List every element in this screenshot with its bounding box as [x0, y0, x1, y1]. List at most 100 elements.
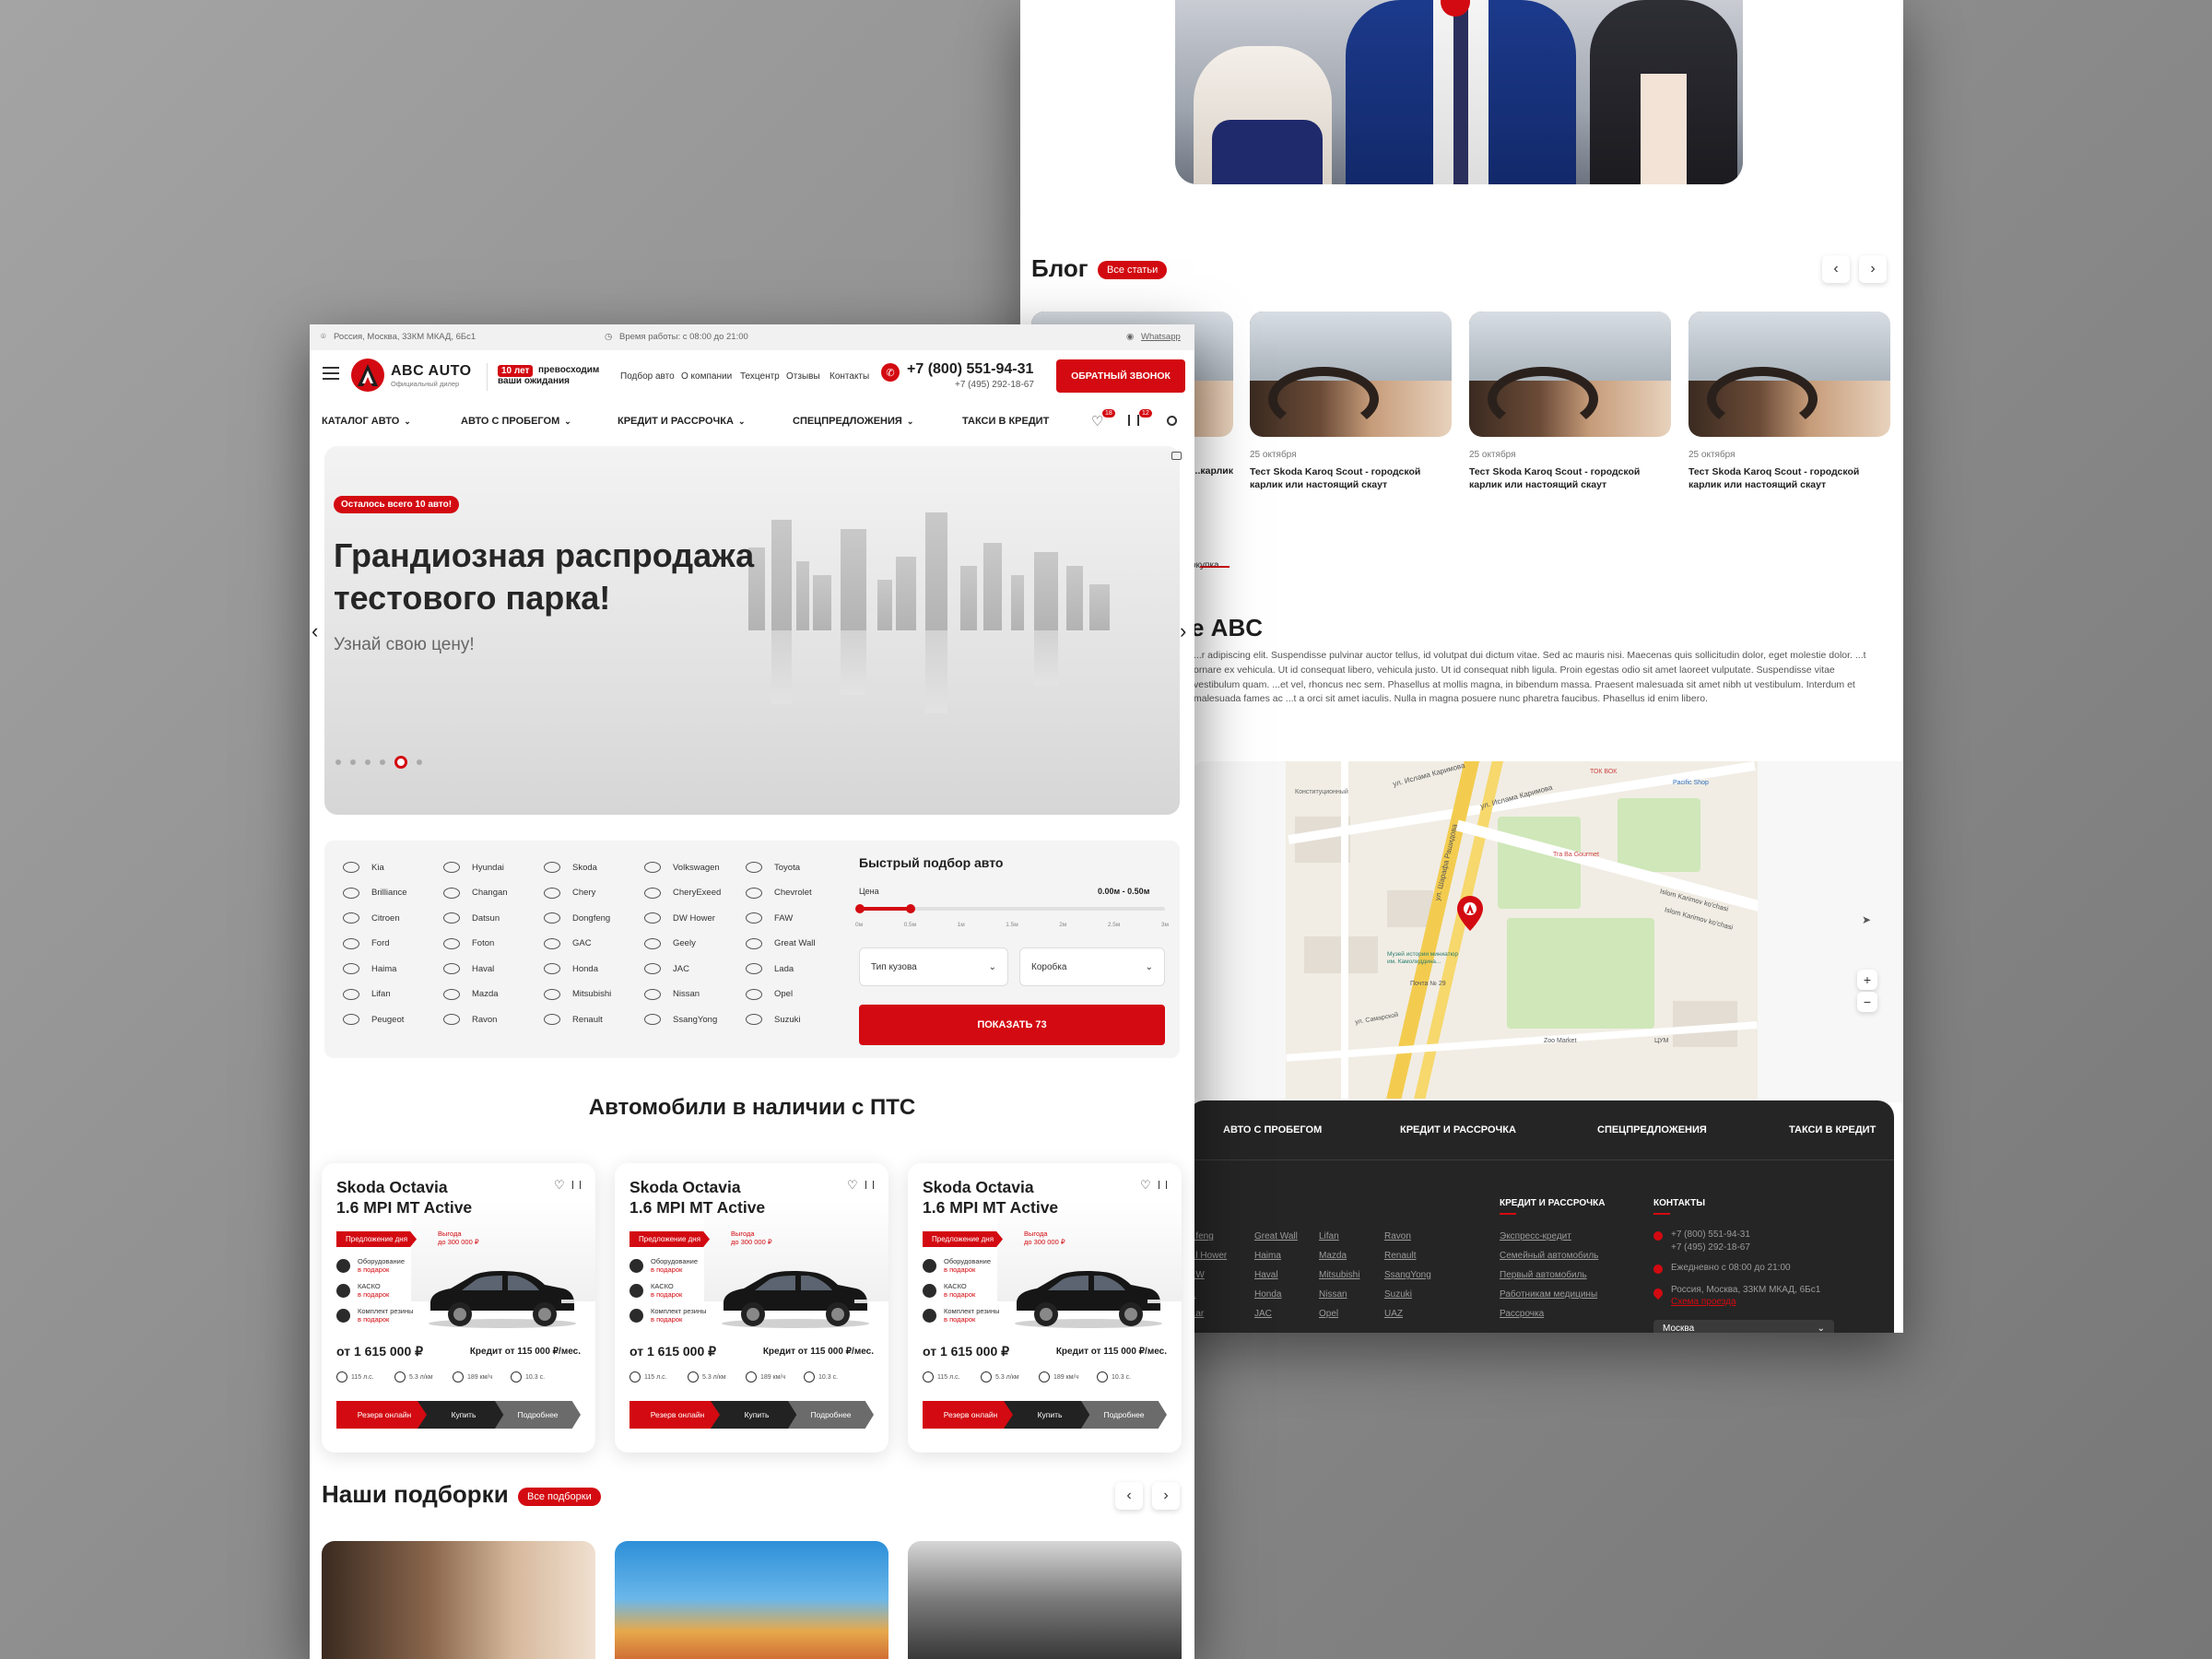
footer-brand-link[interactable]: UAZ: [1384, 1309, 1403, 1319]
compare-icon[interactable]: [572, 1181, 581, 1189]
show-results-button[interactable]: ПОКАЗАТЬ 73: [859, 1005, 1165, 1045]
nav-catalog[interactable]: КАТАЛОГ АВТО ⌄: [322, 416, 411, 427]
blog-card[interactable]: 25 октября Тест Skoda Karoq Scout - горо…: [1688, 312, 1890, 491]
brand-link[interactable]: Nissan: [644, 988, 700, 1000]
header-link-about[interactable]: О компании: [681, 371, 732, 382]
brand-link[interactable]: Brilliance: [343, 887, 407, 899]
footer-brand-link[interactable]: Renault: [1384, 1251, 1416, 1261]
heart-icon[interactable]: ♡: [1091, 413, 1103, 429]
price-slider[interactable]: [855, 904, 1165, 913]
footer-brand-link[interactable]: SsangYong: [1384, 1270, 1431, 1280]
brand-link[interactable]: FAW: [746, 912, 793, 924]
all-articles-button[interactable]: Все статьи: [1098, 261, 1168, 279]
brand-link[interactable]: Opel: [746, 988, 793, 1000]
zoom-in-button[interactable]: +: [1857, 970, 1877, 990]
buy-button[interactable]: Купить: [1004, 1401, 1096, 1429]
footer-credit-link[interactable]: Работникам медицины: [1500, 1289, 1597, 1300]
footer-nav-item[interactable]: АВТО С ПРОБЕГОМ: [1223, 1124, 1322, 1135]
brand-link[interactable]: Mitsubishi: [544, 988, 611, 1000]
pagination-dot[interactable]: [380, 759, 385, 765]
brand-link[interactable]: Lada: [746, 963, 794, 974]
selections-next-button[interactable]: ›: [1152, 1482, 1180, 1510]
brand-link[interactable]: Ravon: [443, 1014, 497, 1025]
brand-link[interactable]: Honda: [544, 963, 598, 974]
brand-link[interactable]: CheryExeed: [644, 887, 721, 899]
footer-brand-link[interactable]: Haima: [1254, 1251, 1281, 1261]
car-card[interactable]: Skoda Octavia 1.6 MPI MT Active ♡ Предложен…: [615, 1163, 888, 1453]
header-link-contacts[interactable]: Контакты: [830, 371, 869, 382]
brand-link[interactable]: SsangYong: [644, 1014, 717, 1025]
brand-link[interactable]: GAC: [544, 937, 592, 949]
selection-card-family[interactable]: [322, 1541, 595, 1659]
logo-icon[interactable]: [350, 358, 385, 393]
compare-icon[interactable]: [1128, 415, 1139, 426]
brand-link[interactable]: Volkswagen: [644, 862, 720, 873]
footer-credit-link[interactable]: Экспресс-кредит: [1500, 1231, 1571, 1241]
brand-link[interactable]: Changan: [443, 887, 508, 899]
slider-handle-min[interactable]: [855, 904, 865, 913]
brand-link[interactable]: Peugeot: [343, 1014, 404, 1025]
reserve-online-button[interactable]: Резерв онлайн: [629, 1401, 725, 1429]
footer-brand-link[interactable]: Nissan: [1319, 1289, 1347, 1300]
brand-link[interactable]: Kia: [343, 862, 384, 873]
blog-prev-button[interactable]: ‹: [1822, 255, 1850, 283]
brand-link[interactable]: Dongfeng: [544, 912, 610, 924]
brand-link[interactable]: Haval: [443, 963, 494, 974]
details-button[interactable]: Подробнее: [1081, 1401, 1167, 1429]
route-link[interactable]: Схема проезда: [1671, 1297, 1736, 1307]
footer-brand-link[interactable]: Mitsubishi: [1319, 1270, 1359, 1280]
footer-credit-link[interactable]: Первый автомобиль: [1500, 1270, 1587, 1280]
brand-link[interactable]: Foton: [443, 937, 494, 949]
footer-credit-link[interactable]: Рассрочка: [1500, 1309, 1544, 1319]
brand-link[interactable]: JAC: [644, 963, 689, 974]
locate-icon[interactable]: ➤: [1862, 913, 1871, 926]
brand-link[interactable]: Lifan: [343, 988, 391, 1000]
map-marker-icon[interactable]: [1457, 896, 1483, 931]
body-type-select[interactable]: Тип кузова ⌄: [859, 947, 1008, 986]
nav-credit[interactable]: КРЕДИТ И РАССРОЧКА ⌄: [618, 416, 745, 427]
hero-next-arrow[interactable]: ›: [1180, 619, 1186, 643]
footer-credit-link[interactable]: Семейный автомобиль: [1500, 1251, 1598, 1261]
blog-card[interactable]: 25 октября Тест Skoda Karoq Scout - горо…: [1469, 312, 1671, 491]
compare-icon[interactable]: [865, 1181, 874, 1189]
footer-nav-item[interactable]: ТАКСИ В КРЕДИТ: [1789, 1124, 1876, 1135]
footer-brand-link[interactable]: Opel: [1319, 1309, 1338, 1319]
blog-next-button[interactable]: ›: [1859, 255, 1887, 283]
brand-link[interactable]: Geely: [644, 937, 696, 949]
hero-pagination[interactable]: [335, 756, 422, 769]
selections-prev-button[interactable]: ‹: [1115, 1482, 1143, 1510]
brand-link[interactable]: Datsun: [443, 912, 500, 924]
brand-link[interactable]: Skoda: [544, 862, 597, 873]
car-card[interactable]: Skoda Octavia 1.6 MPI MT Active ♡ Предложен…: [908, 1163, 1182, 1453]
header-phone[interactable]: +7 (800) 551-94-31: [907, 361, 1033, 378]
brand-link[interactable]: Suzuki: [746, 1014, 801, 1025]
car-icon[interactable]: [1171, 452, 1182, 460]
nav-used[interactable]: АВТО С ПРОБЕГОМ ⌄: [461, 416, 571, 427]
gearbox-select[interactable]: Коробка ⌄: [1019, 947, 1165, 986]
zoom-out-button[interactable]: −: [1857, 992, 1877, 1012]
pagination-dot[interactable]: [335, 759, 341, 765]
footer-brand-link[interactable]: Honda: [1254, 1289, 1281, 1300]
brand-link[interactable]: Chevrolet: [746, 887, 812, 899]
all-selections-button[interactable]: Все подборки: [518, 1488, 601, 1506]
footer-brand-link[interactable]: Lifan: [1319, 1231, 1339, 1241]
brand-link[interactable]: DW Hower: [644, 912, 715, 924]
footer-brand-link[interactable]: Haval: [1254, 1270, 1278, 1280]
car-card[interactable]: Skoda Octavia 1.6 MPI MT Active ♡ Предложен…: [322, 1163, 595, 1453]
brand-link[interactable]: Great Wall: [746, 937, 816, 949]
footer-nav-item[interactable]: СПЕЦПРЕДЛОЖЕНИЯ: [1597, 1124, 1707, 1135]
buy-button[interactable]: Купить: [418, 1401, 510, 1429]
heart-icon[interactable]: ♡: [1140, 1178, 1151, 1193]
map[interactable]: ул. Ислама Каримова ул. Ислама Каримова …: [1286, 761, 1758, 1099]
footer-brand-link[interactable]: Ravon: [1384, 1231, 1411, 1241]
brand-link[interactable]: Citroen: [343, 912, 400, 924]
brand-link[interactable]: Chery: [544, 887, 595, 899]
selection-card-city[interactable]: [908, 1541, 1182, 1659]
pagination-dot[interactable]: [417, 759, 422, 765]
footer-phone2[interactable]: +7 (495) 292-18-67: [1671, 1242, 1750, 1253]
blog-card[interactable]: 25 октября Тест Skoda Karoq Scout - горо…: [1250, 312, 1452, 491]
footer-brand-link[interactable]: Suzuki: [1384, 1289, 1412, 1300]
header-phone2[interactable]: +7 (495) 292-18-67: [955, 380, 1034, 390]
brand-link[interactable]: Ford: [343, 937, 390, 949]
heart-icon[interactable]: ♡: [847, 1178, 858, 1193]
